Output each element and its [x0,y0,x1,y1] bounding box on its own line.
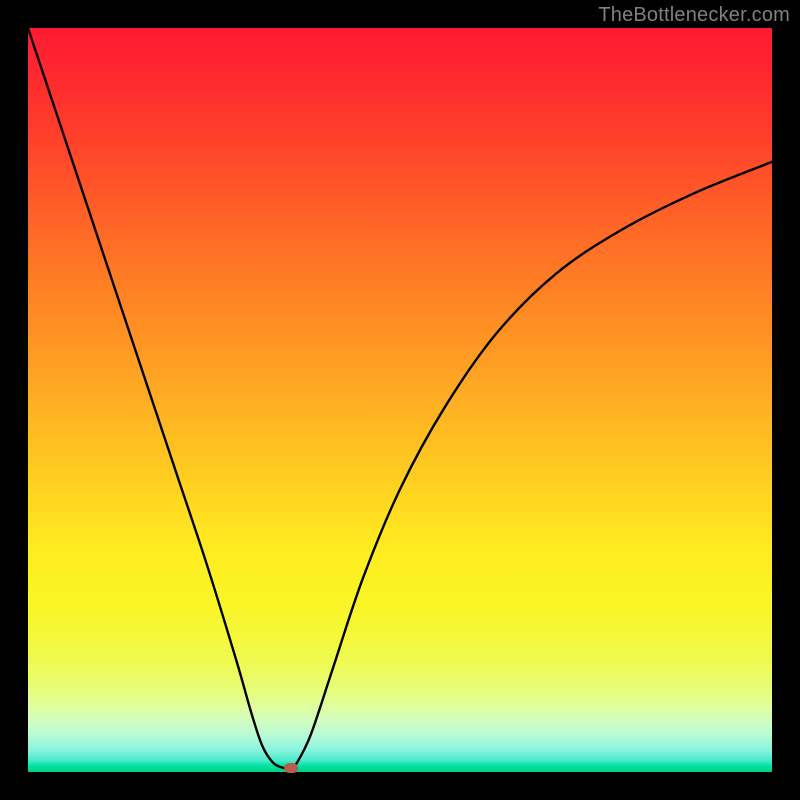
bottleneck-curve [28,28,772,772]
optimum-marker [284,763,298,773]
chart-frame: TheBottlenecker.com [0,0,800,800]
watermark-text: TheBottlenecker.com [598,4,790,27]
plot-area [28,28,772,772]
